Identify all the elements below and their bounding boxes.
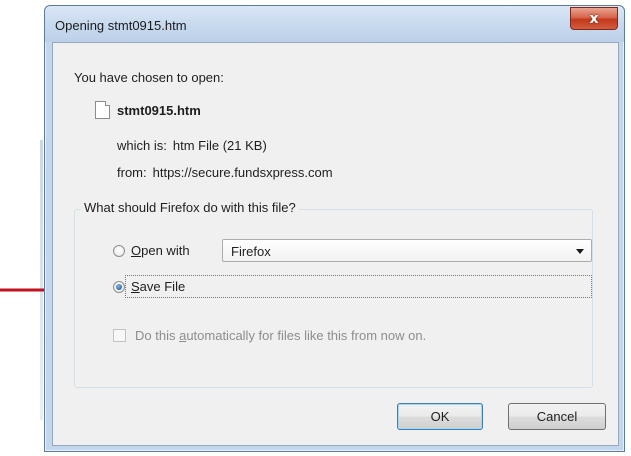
- file-source-value: https://secure.fundsxpress.com: [152, 165, 333, 180]
- ok-button[interactable]: OK: [397, 403, 483, 430]
- chevron-down-icon: [576, 249, 584, 254]
- close-button[interactable]: x: [570, 7, 618, 30]
- file-type-row: which is: htm File (21 KB): [117, 138, 267, 153]
- open-with-app-select[interactable]: Firefox: [222, 239, 592, 262]
- action-group-box: [74, 209, 593, 388]
- file-type-value: htm File (21 KB): [172, 138, 267, 153]
- file-name: stmt0915.htm: [117, 103, 201, 118]
- open-with-app-value: Firefox: [231, 244, 271, 259]
- auto-action-checkbox[interactable]: [113, 329, 126, 342]
- auto-action-label[interactable]: Do this automatically for files like thi…: [135, 328, 426, 343]
- document-icon: [95, 101, 110, 119]
- open-file-dialog: Opening stmt0915.htm x You have chosen t…: [44, 5, 625, 452]
- close-icon: x: [589, 10, 599, 27]
- open-with-radio[interactable]: [113, 245, 125, 257]
- auto-action-label-start: Do this: [135, 328, 180, 343]
- save-file-mnemonic: S: [131, 279, 140, 294]
- file-source-row: from: https://secure.fundsxpress.com: [117, 165, 333, 180]
- auto-action-label-end: utomatically for files like this from no…: [186, 328, 427, 343]
- open-with-mnemonic: O: [131, 243, 142, 258]
- dialog-heading: You have chosen to open:: [74, 70, 224, 85]
- open-with-label[interactable]: Open with: [131, 243, 190, 258]
- save-file-label-text: ave File: [139, 279, 186, 294]
- save-file-radio[interactable]: [113, 281, 125, 293]
- title-bar[interactable]: Opening stmt0915.htm x: [45, 6, 624, 42]
- file-source-label: from:: [117, 165, 147, 180]
- cancel-button[interactable]: Cancel: [508, 403, 606, 430]
- open-with-label-text: pen with: [141, 243, 190, 258]
- file-type-label: which is:: [117, 138, 167, 153]
- dialog-body: You have chosen to open: stmt0915.htm wh…: [52, 42, 619, 446]
- save-file-label[interactable]: Save File: [131, 279, 185, 294]
- window-title: Opening stmt0915.htm: [55, 18, 187, 33]
- action-group-legend: What should Firefox do with this file?: [81, 200, 299, 215]
- save-file-focus-rect: [125, 275, 592, 298]
